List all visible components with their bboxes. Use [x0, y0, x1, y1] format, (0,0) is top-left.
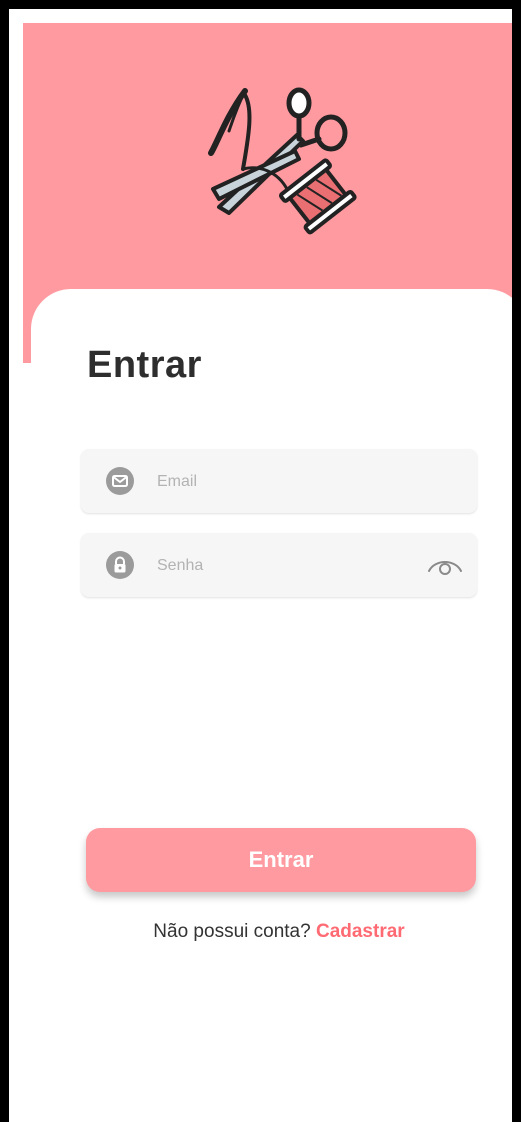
- email-field[interactable]: [81, 449, 477, 513]
- app-screen: Entrar Entrar Não possui conta? Cadastra…: [0, 0, 521, 1122]
- login-card: [31, 289, 512, 1122]
- login-button[interactable]: Entrar: [86, 828, 476, 892]
- signup-link[interactable]: Cadastrar: [316, 921, 405, 942]
- sewing-logo-icon: [208, 87, 357, 235]
- signup-prompt: Não possui conta? Cadastrar: [81, 921, 477, 943]
- eye-icon[interactable]: [427, 553, 463, 577]
- envelope-icon: [106, 467, 134, 495]
- page-title: Entrar: [87, 344, 202, 386]
- lock-icon: [106, 551, 134, 579]
- no-account-text: Não possui conta?: [153, 921, 311, 942]
- password-field[interactable]: [81, 533, 477, 597]
- password-input[interactable]: [155, 547, 409, 585]
- email-input[interactable]: [155, 463, 409, 501]
